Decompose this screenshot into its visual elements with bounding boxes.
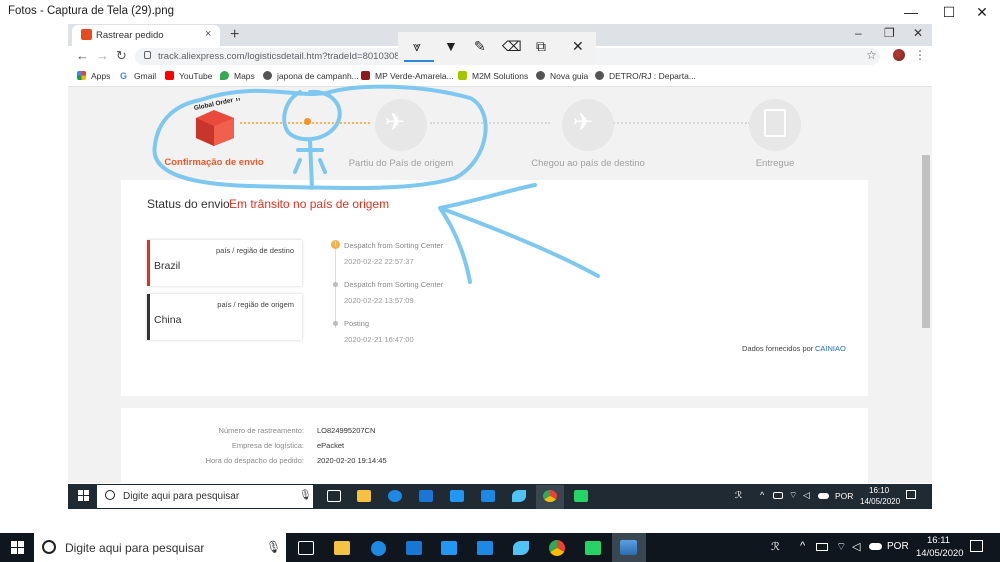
search-icon	[105, 490, 115, 500]
cloud-icon[interactable]	[869, 543, 882, 550]
taskbar-search-placeholder[interactable]: Digite aqui para pesquisar	[65, 541, 204, 555]
people-icon[interactable]: ℛ	[771, 540, 780, 553]
taskbar-search-placeholder[interactable]: Digite aqui para pesquisar	[123, 491, 239, 502]
photos-app-icon[interactable]	[620, 540, 637, 555]
clock-date[interactable]: 14/05/2020	[916, 548, 964, 559]
clock-time[interactable]: 16:11	[927, 535, 950, 546]
whatsapp-icon[interactable]	[574, 490, 588, 502]
chevron-up-icon[interactable]: ^	[800, 540, 805, 552]
volume-icon[interactable]: ◁	[852, 540, 860, 553]
language-indicator[interactable]: POR	[887, 541, 909, 552]
annotation-overlay	[152, 84, 600, 284]
clock-date[interactable]: 14/05/2020	[860, 497, 900, 506]
app-icon[interactable]	[477, 541, 493, 555]
cloud-icon[interactable]	[818, 493, 829, 499]
chevron-up-icon[interactable]: ^	[760, 490, 764, 500]
app-icon[interactable]	[513, 541, 529, 555]
chrome-icon[interactable]	[543, 490, 557, 502]
file-explorer-icon[interactable]	[357, 490, 371, 502]
whatsapp-icon[interactable]	[585, 541, 601, 555]
task-view-icon[interactable]	[327, 490, 341, 502]
windows-start-icon[interactable]	[11, 541, 24, 554]
edge-icon[interactable]	[371, 541, 386, 556]
microphone-icon[interactable]: 🎙	[299, 490, 312, 501]
mail-icon[interactable]	[450, 490, 464, 502]
store-icon[interactable]	[419, 490, 433, 502]
language-indicator[interactable]: POR	[835, 491, 853, 501]
search-icon	[42, 540, 56, 554]
notification-icon[interactable]	[906, 490, 916, 499]
app-icon[interactable]	[512, 490, 526, 502]
annotation-circle	[282, 89, 342, 142]
volume-icon[interactable]: ◁	[803, 490, 810, 501]
store-icon[interactable]	[406, 541, 422, 555]
clock-time[interactable]: 16:10	[869, 486, 889, 495]
task-view-icon[interactable]	[298, 541, 314, 555]
mail-icon[interactable]	[441, 541, 457, 555]
battery-icon[interactable]	[773, 492, 783, 499]
edge-icon[interactable]	[388, 490, 402, 502]
wifi-icon[interactable]: ⌔	[836, 540, 846, 554]
people-icon[interactable]: ℛ	[735, 490, 742, 501]
battery-icon[interactable]	[816, 543, 828, 551]
annotation-arrow	[438, 183, 600, 284]
notification-icon[interactable]	[970, 540, 983, 552]
app-icon[interactable]	[481, 490, 495, 502]
annotation-stick-figure	[293, 138, 327, 190]
chrome-icon[interactable]	[549, 540, 565, 556]
microphone-icon[interactable]: 🎙	[266, 540, 281, 554]
file-explorer-icon[interactable]	[334, 541, 350, 555]
wifi-icon[interactable]: ⌔	[789, 490, 797, 501]
windows-start-icon[interactable]	[78, 490, 89, 501]
